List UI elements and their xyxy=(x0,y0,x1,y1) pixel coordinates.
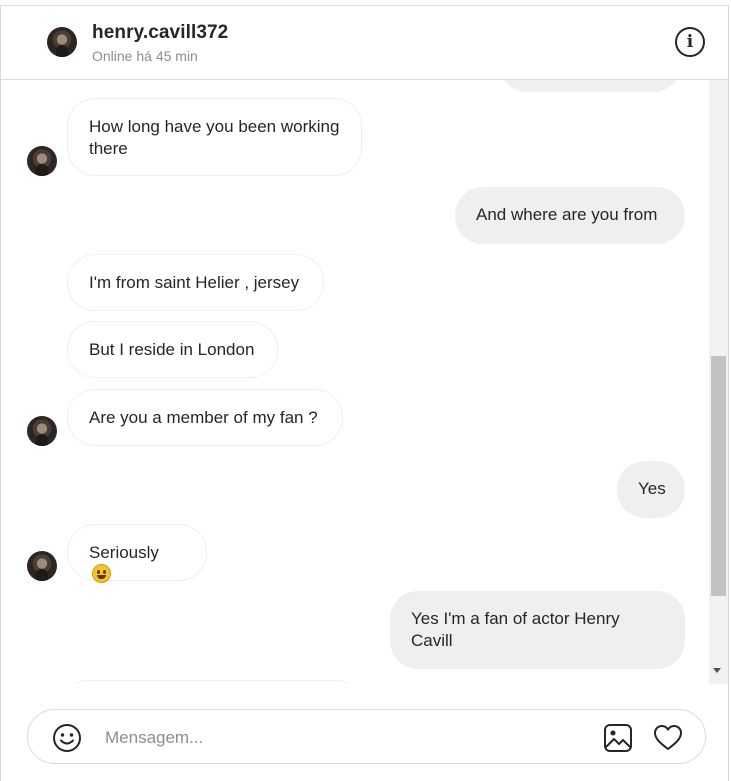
message-text: Yes xyxy=(638,479,666,498)
message-bubble[interactable]: Are you a member of my fan ? xyxy=(67,389,343,446)
message-composer xyxy=(27,709,706,764)
message-bubble[interactable]: And where are you from xyxy=(455,187,685,244)
chat-header: henry.cavill372 Online há 45 min i xyxy=(1,6,728,80)
message-bubble[interactable]: But I reside in London xyxy=(67,321,278,378)
message-text: Are you a member of my fan ? xyxy=(89,408,318,427)
sender-avatar[interactable] xyxy=(27,416,57,446)
username[interactable]: henry.cavill372 xyxy=(92,22,228,44)
message-bubble[interactable]: How long have you been working there xyxy=(67,98,362,176)
image-icon[interactable] xyxy=(603,723,633,753)
grinning-face-emoji-icon xyxy=(92,564,111,583)
chat-window: henry.cavill372 Online há 45 min i How l… xyxy=(0,5,729,781)
scroll-down-arrow-icon[interactable] xyxy=(713,668,721,673)
message-bubble[interactable]: Seriously xyxy=(67,524,207,583)
online-status: Online há 45 min xyxy=(92,48,198,64)
message-text: How long have you been working there xyxy=(89,117,340,158)
scrollbar[interactable] xyxy=(709,80,728,684)
message-text: Seriously xyxy=(89,543,159,562)
message-bubble[interactable]: I'm from saint Helier , jersey xyxy=(67,254,324,311)
message-text: I'm from saint Helier , jersey xyxy=(89,273,300,292)
info-icon[interactable]: i xyxy=(675,27,705,57)
heart-icon[interactable] xyxy=(653,723,683,753)
profile-avatar[interactable] xyxy=(47,27,77,57)
message-text: But I reside in London xyxy=(89,340,255,359)
scrollbar-thumb[interactable] xyxy=(711,356,726,596)
message-bubble[interactable]: Yes xyxy=(617,461,685,518)
emoji-icon[interactable] xyxy=(52,723,82,753)
message-bubble-partial xyxy=(499,80,681,92)
message-text: Yes I'm a fan of actor Henry Cavill xyxy=(411,609,620,650)
message-text: And where are you from xyxy=(476,205,658,224)
message-input[interactable] xyxy=(103,724,587,752)
message-bubble-partial xyxy=(67,680,357,684)
message-thread[interactable]: How long have you been working there And… xyxy=(1,80,709,684)
message-bubble[interactable]: Yes I'm a fan of actor Henry Cavill xyxy=(390,591,685,669)
sender-avatar[interactable] xyxy=(27,551,57,581)
sender-avatar[interactable] xyxy=(27,146,57,176)
